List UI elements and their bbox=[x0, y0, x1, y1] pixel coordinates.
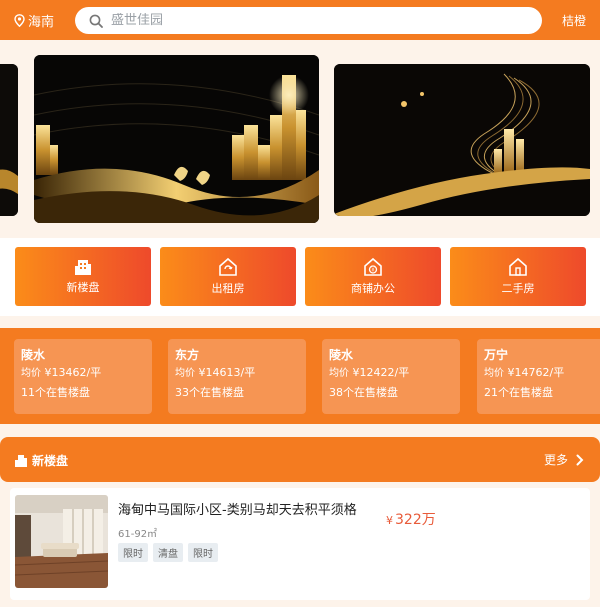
listing-price: ¥322万 bbox=[386, 512, 436, 528]
area-avg-price: 均价 ¥13462/平 bbox=[21, 366, 102, 379]
listing-area: 61-92㎡ bbox=[118, 529, 158, 540]
area-avg-price: 均价 ¥14762/平 bbox=[484, 366, 565, 379]
banner-image bbox=[334, 64, 590, 216]
location-pin-icon bbox=[14, 14, 25, 27]
top-header: 海南 桔橙 bbox=[0, 0, 600, 40]
area-price-strip: 陵水 均价 ¥13462/平 11个在售楼盘 东方 均价 ¥14613/平 33… bbox=[0, 328, 600, 424]
area-listing-count: 11个在售楼盘 bbox=[21, 386, 90, 399]
area-name: 万宁 bbox=[484, 348, 509, 362]
listing-card[interactable]: 海甸中马国际小区-类别马却天去积平须格 ¥322万 61-92㎡ 限时 清盘 限… bbox=[10, 488, 590, 600]
more-link[interactable]: 更多 bbox=[544, 451, 584, 468]
section-title-text: 新楼盘 bbox=[32, 454, 69, 468]
category-new-homes[interactable]: 新楼盘 bbox=[15, 247, 151, 306]
area-avg-price: 均价 ¥12422/平 bbox=[329, 366, 410, 379]
building-icon bbox=[15, 455, 27, 467]
search-input[interactable] bbox=[111, 13, 491, 28]
banner-slide-next[interactable] bbox=[334, 64, 590, 216]
area-card[interactable]: 陵水 均价 ¥12422/平 38个在售楼盘 bbox=[322, 339, 460, 414]
house-yen-icon: ¥ bbox=[364, 257, 382, 276]
svg-text:¥: ¥ bbox=[371, 268, 374, 274]
listing-title[interactable]: 海甸中马国际小区-类别马却天去积平须格 bbox=[118, 499, 357, 518]
category-bar: 新楼盘 出租房 ¥ 商铺办公 二手房 bbox=[0, 238, 600, 316]
more-link-label: 更多 bbox=[543, 453, 568, 467]
search-icon bbox=[89, 14, 103, 28]
banner-image bbox=[34, 55, 319, 223]
area-listing-count: 38个在售楼盘 bbox=[329, 386, 398, 399]
category-rentals[interactable]: 出租房 bbox=[160, 247, 296, 306]
banner-image bbox=[0, 64, 18, 216]
section-title: 新楼盘 bbox=[15, 452, 68, 469]
listing-photo bbox=[15, 495, 108, 588]
banner-slide-prev[interactable] bbox=[0, 64, 18, 216]
location-label: 海南 bbox=[28, 15, 55, 30]
brand-label: 桔橙 bbox=[561, 14, 586, 28]
category-label: 出租房 bbox=[211, 282, 245, 295]
chevron-right-icon bbox=[576, 454, 584, 465]
listing-thumbnail[interactable] bbox=[15, 495, 108, 588]
category-label: 二手房 bbox=[501, 282, 535, 295]
banner-slide-active[interactable] bbox=[34, 55, 319, 223]
building-icon bbox=[75, 260, 91, 275]
location-selector[interactable]: 海南 bbox=[14, 11, 54, 30]
listing-tag: 清盘 bbox=[153, 543, 183, 562]
area-avg-price: 均价 ¥14613/平 bbox=[175, 366, 256, 379]
area-name: 东方 bbox=[175, 348, 200, 362]
search-bar[interactable] bbox=[75, 7, 542, 34]
area-listing-count: 21个在售楼盘 bbox=[484, 386, 553, 399]
listing-tags: 限时 清盘 限时 bbox=[118, 543, 218, 562]
new-homes-section-header: 新楼盘 更多 bbox=[0, 437, 600, 482]
category-second-hand[interactable]: 二手房 bbox=[450, 247, 586, 306]
area-listing-count: 33个在售楼盘 bbox=[175, 386, 244, 399]
listing-tag: 限时 bbox=[188, 543, 218, 562]
house-refresh-icon bbox=[219, 257, 237, 276]
area-name: 陵水 bbox=[329, 348, 354, 362]
area-name: 陵水 bbox=[21, 348, 46, 362]
category-label: 商铺办公 bbox=[351, 282, 395, 295]
house-icon bbox=[509, 257, 527, 276]
category-label: 新楼盘 bbox=[66, 281, 100, 294]
area-card[interactable]: 万宁 均价 ¥14762/平 21个在售楼盘 bbox=[477, 339, 600, 414]
category-shops-offices[interactable]: ¥ 商铺办公 bbox=[305, 247, 441, 306]
listing-tag: 限时 bbox=[118, 543, 148, 562]
banner-carousel[interactable] bbox=[0, 40, 600, 236]
area-card[interactable]: 东方 均价 ¥14613/平 33个在售楼盘 bbox=[168, 339, 306, 414]
area-card[interactable]: 陵水 均价 ¥13462/平 11个在售楼盘 bbox=[14, 339, 152, 414]
